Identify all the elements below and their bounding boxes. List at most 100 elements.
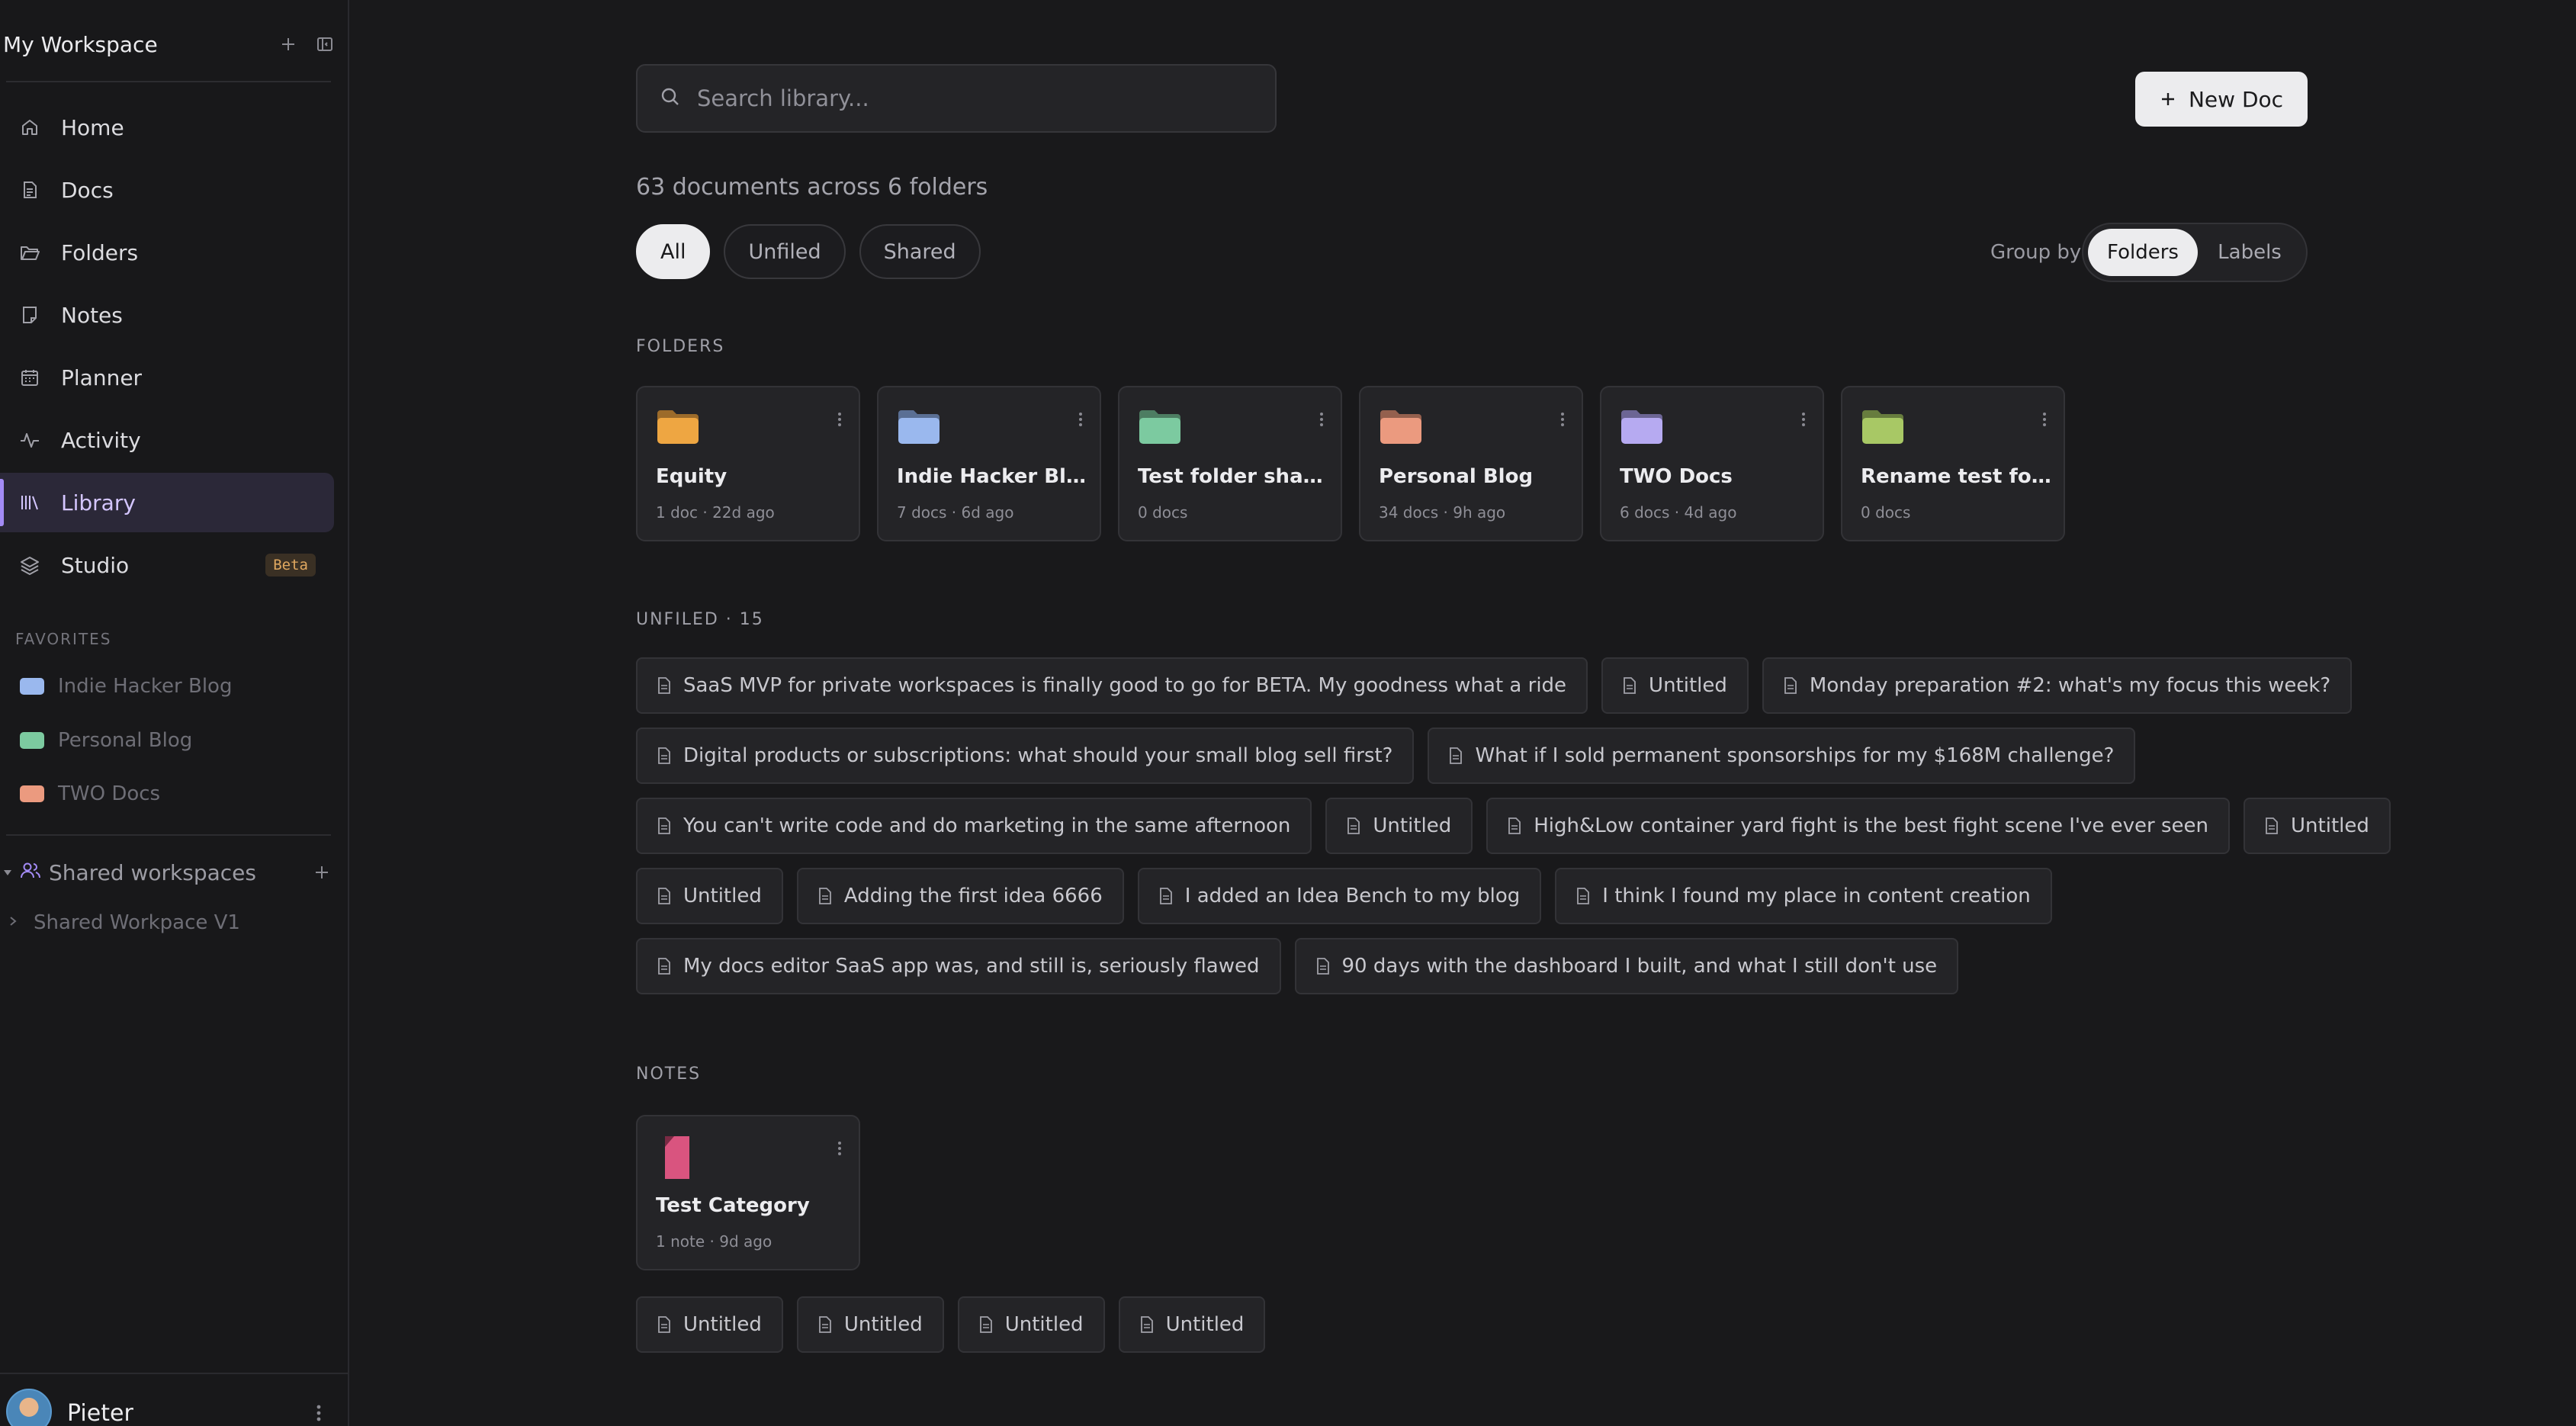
workspace-header: My Workspace: [3, 27, 339, 61]
search-bar[interactable]: [636, 64, 1277, 133]
user-bar[interactable]: Pieter: [0, 1373, 348, 1426]
sidebar-item-notes[interactable]: Notes: [0, 285, 334, 345]
favorite-item-personal-blog[interactable]: Personal Blog: [20, 725, 192, 756]
collapse-sidebar-icon[interactable]: [311, 31, 339, 58]
more-vertical-icon[interactable]: [836, 410, 843, 429]
shared-workspace-label: Shared Workpace V1: [34, 911, 240, 934]
doc-icon: [1508, 817, 1521, 834]
doc-chip[interactable]: Monday preparation #2: what's my focus t…: [1762, 657, 2353, 714]
chip-row: Digital products or subscriptions: what …: [636, 727, 2314, 784]
more-vertical-icon[interactable]: [1559, 410, 1566, 429]
folder-card[interactable]: Personal Blog 34 docs · 9h ago: [1359, 386, 1583, 541]
doc-title: Adding the first idea 6666: [843, 885, 1103, 907]
search-icon: [660, 87, 680, 110]
folder-card[interactable]: Indie Hacker Blog 7 docs · 6d ago: [877, 386, 1101, 541]
sidebar-item-folders[interactable]: Folders: [0, 223, 334, 282]
doc-chip[interactable]: Untitled: [636, 868, 783, 924]
folder-card[interactable]: Equity 1 doc · 22d ago: [636, 386, 860, 541]
sidebar-item-activity[interactable]: Activity: [0, 410, 334, 470]
sidebar-item-label: Studio: [61, 552, 130, 578]
new-doc-button[interactable]: New Doc: [2135, 72, 2308, 127]
sidebar-item-library[interactable]: Library: [0, 473, 334, 532]
doc-chip[interactable]: 90 days with the dashboard I built, and …: [1294, 938, 1959, 994]
shared-workspaces-section[interactable]: Shared workspaces: [0, 856, 336, 889]
doc-chip[interactable]: Untitled: [1601, 657, 1749, 714]
chip-row: My docs editor SaaS app was, and still i…: [636, 938, 2314, 994]
avatar[interactable]: [6, 1389, 52, 1426]
folder-name: Test folder share...: [1138, 465, 1328, 488]
note-category-card[interactable]: Test Category 1 note · 9d ago: [636, 1115, 860, 1270]
folder-card[interactable]: TWO Docs 6 docs · 4d ago: [1600, 386, 1824, 541]
workspace-title[interactable]: My Workspace: [3, 32, 265, 57]
calendar-icon: [18, 366, 41, 389]
folder-icon: [898, 410, 940, 444]
sidebar-item-planner[interactable]: Planner: [0, 348, 334, 407]
more-vertical-icon[interactable]: [1800, 410, 1807, 429]
sidebar-item-docs[interactable]: Docs: [0, 160, 334, 220]
note-chip[interactable]: Untitled: [1118, 1296, 1266, 1353]
doc-chip[interactable]: My docs editor SaaS app was, and still i…: [636, 938, 1281, 994]
folder-icon: [1380, 410, 1421, 444]
note-chips: Untitled Untitled Untitled Untitled: [636, 1296, 1266, 1353]
more-vertical-icon[interactable]: [1318, 410, 1325, 429]
caret-down-icon[interactable]: [0, 865, 15, 880]
doc-chip[interactable]: Untitled: [1325, 798, 1473, 854]
shared-workspace-item[interactable]: Shared Workpace V1: [8, 907, 240, 938]
doc-title: I added an Idea Bench to my blog: [1184, 885, 1521, 907]
unfiled-heading: UNFILED · 15: [636, 610, 764, 629]
more-vertical-icon[interactable]: [311, 1402, 326, 1424]
doc-title: Untitled: [1649, 674, 1727, 697]
doc-title: Monday preparation #2: what's my focus t…: [1809, 674, 2331, 697]
more-vertical-icon[interactable]: [1077, 410, 1084, 429]
doc-icon: [1316, 958, 1330, 975]
folder-meta: 1 doc · 22d ago: [656, 503, 775, 522]
favorite-item-two-docs[interactable]: TWO Docs: [20, 779, 160, 809]
sidebar-item-label: Docs: [61, 177, 114, 203]
doc-chip[interactable]: I think I found my place in content crea…: [1555, 868, 2052, 924]
doc-chip[interactable]: You can't write code and do marketing in…: [636, 798, 1312, 854]
folder-card[interactable]: Rename test folder 0 docs: [1841, 386, 2065, 541]
activity-icon: [18, 429, 41, 451]
more-vertical-icon[interactable]: [2041, 410, 2048, 429]
doc-title: My docs editor SaaS app was, and still i…: [683, 955, 1260, 978]
doc-chip[interactable]: Digital products or subscriptions: what …: [636, 727, 1415, 784]
folder-cards: Equity 1 doc · 22d ago Indie Hacker Blog…: [636, 386, 2065, 541]
filter-all[interactable]: All: [636, 224, 711, 279]
filter-unfiled[interactable]: Unfiled: [724, 224, 846, 279]
doc-title: I think I found my place in content crea…: [1602, 885, 2031, 907]
doc-chip[interactable]: High&Low container yard fight is the bes…: [1486, 798, 2231, 854]
doc-chip[interactable]: Untitled: [2244, 798, 2391, 854]
add-shared-workspace-icon[interactable]: [308, 859, 336, 886]
more-vertical-icon[interactable]: [836, 1139, 843, 1158]
note-chip[interactable]: Untitled: [957, 1296, 1105, 1353]
doc-icon: [657, 817, 671, 834]
chip-row: Untitled Adding the first idea 6666 I ad…: [636, 868, 2314, 924]
folder-card[interactable]: Test folder share... 0 docs: [1118, 386, 1342, 541]
doc-chip[interactable]: What if I sold permanent sponsorships fo…: [1428, 727, 2136, 784]
chevron-right-icon[interactable]: [8, 915, 18, 930]
folder-icon: [1621, 410, 1662, 444]
note-chip[interactable]: Untitled: [636, 1296, 783, 1353]
filter-pills: All Unfiled Shared: [636, 224, 981, 279]
group-by-labels[interactable]: Labels: [2198, 229, 2301, 276]
favorite-item-indie-hacker-blog[interactable]: Indie Hacker Blog: [20, 671, 232, 702]
doc-title: Untitled: [1373, 814, 1452, 837]
doc-chip[interactable]: I added an Idea Bench to my blog: [1137, 868, 1542, 924]
sidebar-item-label: Activity: [61, 427, 141, 453]
search-input[interactable]: [697, 85, 1275, 111]
sidebar-item-home[interactable]: Home: [0, 98, 334, 157]
note-chip[interactable]: Untitled: [796, 1296, 944, 1353]
unfiled-docs: SaaS MVP for private workspaces is final…: [636, 657, 2391, 1008]
note-icon: [18, 304, 41, 326]
doc-chip[interactable]: Adding the first idea 6666: [796, 868, 1124, 924]
doc-chip[interactable]: SaaS MVP for private workspaces is final…: [636, 657, 1588, 714]
group-by-folders[interactable]: Folders: [2088, 229, 2198, 276]
group-by-toggle: Folders Labels: [2082, 223, 2308, 282]
sidebar-item-label: Folders: [61, 239, 139, 265]
filter-shared[interactable]: Shared: [859, 224, 981, 279]
folder-meta: 6 docs · 4d ago: [1620, 503, 1737, 522]
library-summary: 63 documents across 6 folders: [636, 174, 988, 201]
add-icon[interactable]: [275, 31, 302, 58]
note-title: Untitled: [1165, 1313, 1245, 1336]
sidebar-item-studio[interactable]: Studio Beta: [0, 535, 334, 595]
